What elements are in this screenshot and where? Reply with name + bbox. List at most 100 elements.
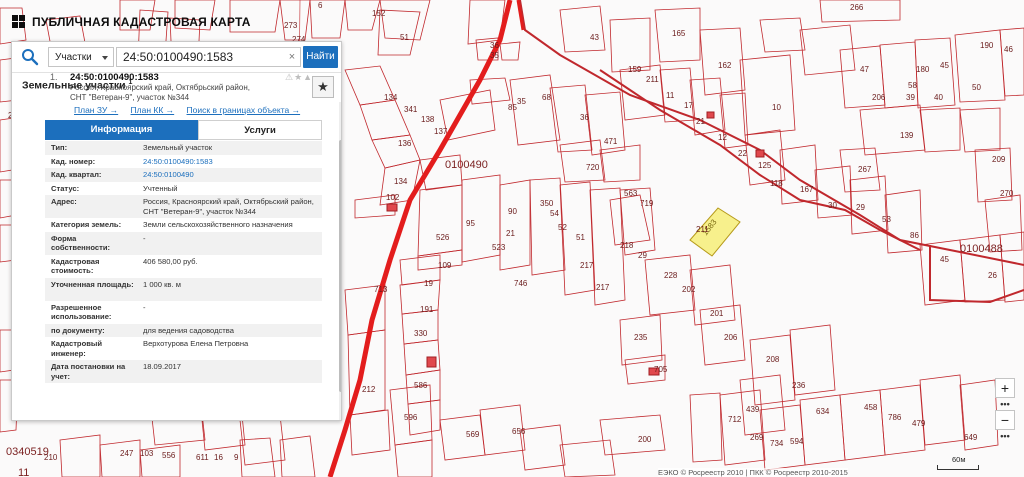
info-value: для ведения садоводства [143, 325, 234, 335]
info-value: Земельный участок [143, 143, 213, 152]
parcel-label: 46 [1004, 45, 1013, 54]
parcel-label: 190 [980, 41, 994, 50]
parcel-label: 586 [414, 381, 428, 390]
parcel-label: 90 [508, 207, 517, 216]
info-value: - [143, 302, 146, 312]
info-row: Кадастровый инженер: Верхотурова Елена Пе… [45, 337, 322, 360]
info-key: Разрешенное использование: [51, 302, 112, 322]
result-tabs: Информация Услуги [45, 120, 322, 140]
result-address: Россия, Красноярский край, Октябрьский р… [70, 83, 250, 102]
info-row: Уточненная площадь: 1 000 кв. м [45, 277, 322, 301]
search-icon[interactable] [21, 48, 39, 66]
parcel-label: 29 [856, 203, 865, 212]
search-scope-label: Участки [55, 52, 92, 63]
parcel-label: 45 [940, 255, 949, 264]
parcel-label: 54 [550, 209, 559, 218]
parcel-label: 10 [772, 103, 781, 112]
info-key: Кадастровая стоимость: [51, 256, 100, 276]
info-key: Дата постановки на учет: [51, 362, 126, 381]
parcel-label: 134 [384, 93, 398, 102]
parcel-label: 29 [638, 251, 647, 260]
parcel-label: 21 [506, 229, 515, 238]
parcel-label: 211 [646, 75, 659, 84]
parcel-label: 35 [517, 97, 526, 106]
info-value[interactable]: 24:50:0100490:1583 [143, 157, 322, 167]
parcel-label: 208 [766, 355, 780, 364]
more-icon[interactable]: ••• [995, 431, 1015, 441]
parcel-label: 269 [750, 433, 764, 442]
scale-bar: 60м [937, 455, 979, 470]
parcel-label: 43 [590, 33, 599, 42]
parcel-label: 11 [666, 91, 675, 100]
parcel-label: 17 [684, 101, 693, 110]
parcel-label: 51 [576, 233, 585, 242]
info-value: 1 000 кв. м [143, 279, 181, 289]
parcel-label: 102 [386, 193, 400, 202]
quarter-label: 0100490 [445, 159, 488, 171]
result-cad-number[interactable]: 24:50:0100490:1583 [70, 72, 159, 83]
parcel-label: 720 [586, 163, 600, 172]
parcel-label: 206 [872, 93, 886, 102]
result-tools[interactable]: ⚠★▲ [285, 72, 313, 83]
info-row: Статус: Учтенный [45, 182, 322, 196]
parcel-label: 611 [196, 453, 209, 462]
parcel-label: 9 [234, 453, 239, 462]
parcel-label: 191 [420, 305, 434, 314]
parcel-label: 217 [596, 283, 610, 292]
parcel-label: 206 [724, 333, 738, 342]
clear-icon[interactable]: × [285, 47, 299, 67]
parcel-label: 21 [696, 117, 705, 126]
app-brand[interactable]: ПУБЛИЧНАЯ КАДАСТРОВАЯ КАРТА [12, 12, 251, 32]
parcel-label: 634 [816, 407, 830, 416]
info-key: Категория земель: [51, 220, 122, 229]
parcel-label: 95 [466, 219, 475, 228]
result-links: План ЗУ → План КК → Поиск в границах объ… [74, 105, 310, 115]
more-icon[interactable]: ••• [995, 399, 1015, 409]
tab-info[interactable]: Информация [45, 120, 198, 140]
parcel-label: 39 [906, 93, 915, 102]
zoom-out-button[interactable]: − [995, 410, 1015, 430]
info-value: 406 580,00 руб. [143, 256, 198, 266]
parcel-label: 109 [438, 261, 452, 270]
info-key: Адрес: [51, 197, 77, 206]
plan-zu-link[interactable]: План ЗУ → [74, 105, 118, 115]
zoom-in-button[interactable]: + [995, 378, 1015, 398]
parcel-label: 746 [514, 279, 528, 288]
parcel-label: 712 [728, 415, 742, 424]
scrollbar[interactable] [339, 102, 341, 420]
search-bar: Участки 24:50:0100490:1583 × Найти [12, 42, 341, 73]
parcel-label: 267 [858, 165, 872, 174]
parcel-label: 217 [580, 261, 594, 270]
parcel-label: 137 [434, 127, 448, 136]
quarter-label: 0100488 [960, 243, 1003, 255]
search-scope-select[interactable]: Участки [48, 47, 114, 67]
parcel-label: 139 [900, 131, 914, 140]
parcel-label: 594 [790, 437, 804, 446]
info-row: Дата постановки на учет: 18.09.2017 [45, 360, 322, 383]
find-button[interactable]: Найти [303, 46, 338, 68]
parcel-label: 19 [424, 279, 433, 288]
tab-services[interactable]: Услуги [198, 120, 322, 140]
quarter-label: 0340519 [6, 446, 49, 458]
info-key: Кад. номер: [51, 156, 96, 166]
parcel-label: 705 [654, 365, 668, 374]
info-value[interactable]: 24:50:0100490 [143, 170, 322, 180]
parcel-label: 236 [792, 381, 806, 390]
favorite-star-icon[interactable]: ★ [312, 76, 334, 98]
info-key: Уточненная площадь: [51, 279, 134, 289]
parcel-label: 563 [624, 189, 638, 198]
info-key: Кад. квартал: [51, 170, 102, 179]
info-row: Разрешенное использование: - [45, 301, 322, 324]
parcel-label: 85 [508, 103, 517, 112]
info-row: Тип: Земельный участок [45, 141, 322, 155]
info-value: 18.09.2017 [143, 362, 182, 371]
search-in-bounds-link[interactable]: Поиск в границах объекта → [187, 105, 301, 115]
parcel-label: 26 [988, 271, 997, 280]
info-row: Адрес: Россия, Красноярский край, Октябрь… [45, 195, 322, 218]
parcel-label: 30 [828, 201, 837, 210]
parcel-label: 235 [634, 333, 648, 342]
parcel-label: 22 [738, 149, 747, 158]
plan-kk-link[interactable]: План КК → [131, 105, 175, 115]
parcel-label: 200 [638, 435, 652, 444]
search-input[interactable]: 24:50:0100490:1583 [116, 47, 301, 67]
